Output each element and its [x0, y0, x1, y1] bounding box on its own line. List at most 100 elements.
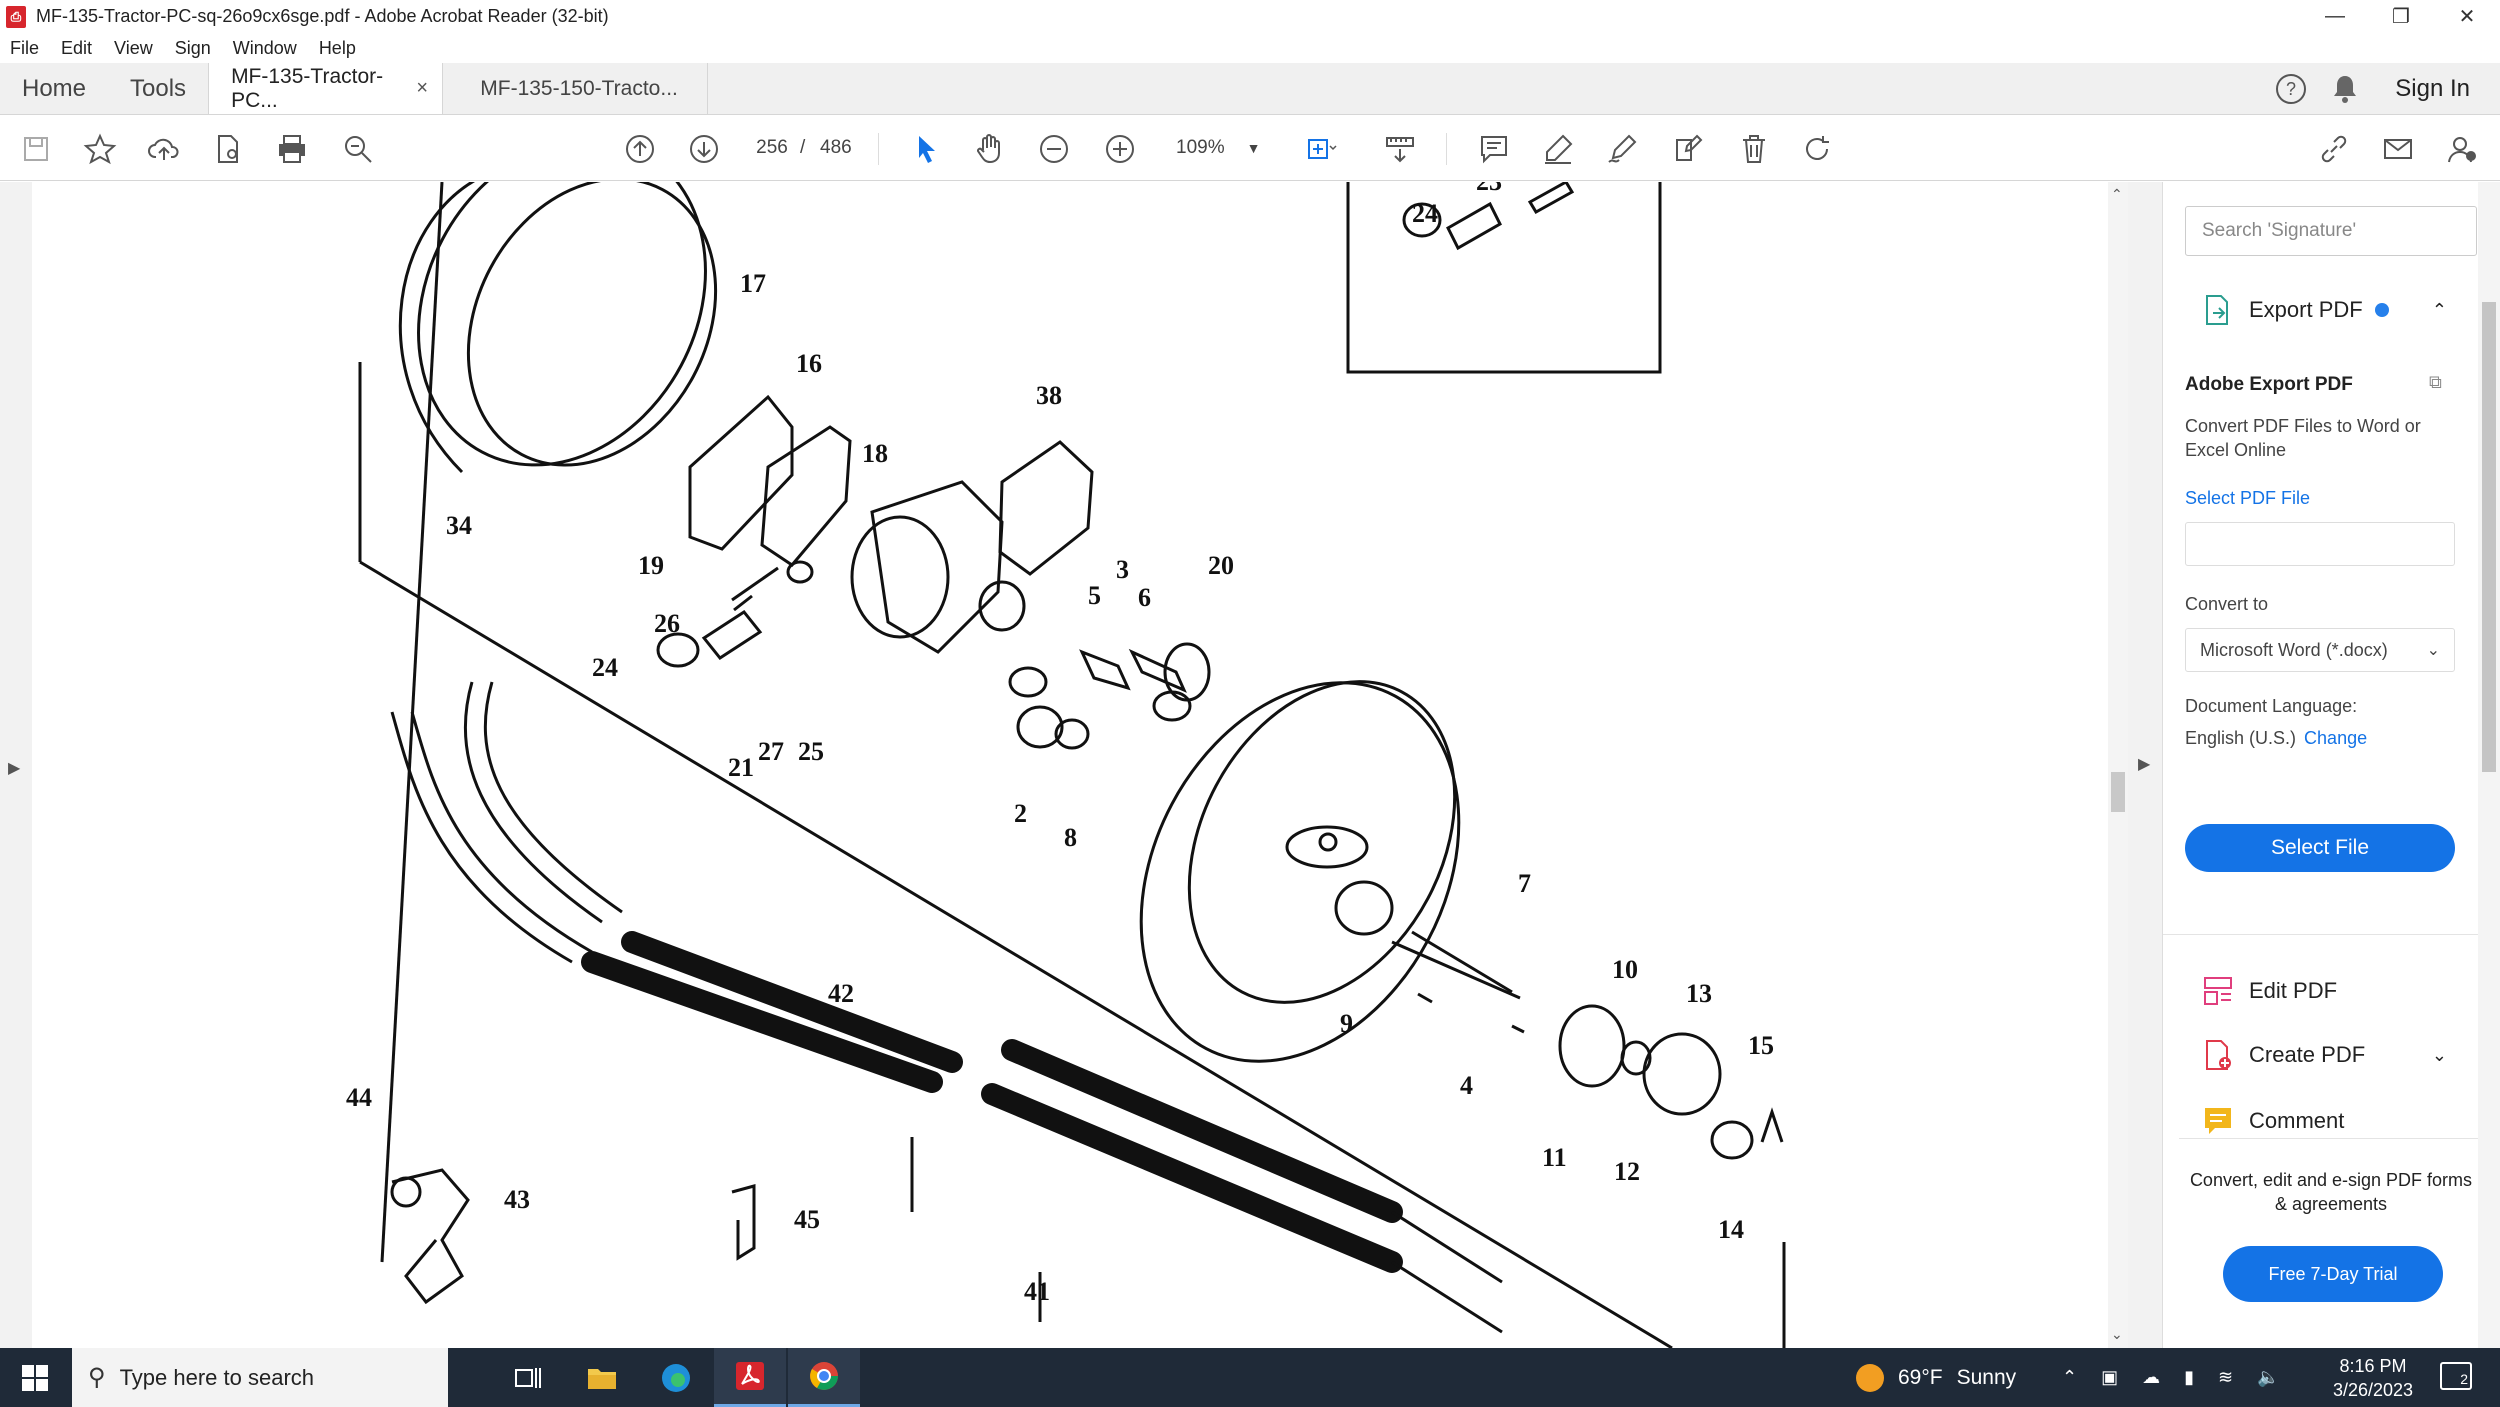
zoom-in-icon[interactable] [1100, 129, 1140, 169]
convert-format-dropdown[interactable]: Microsoft Word (*.docx) ⌄ [2185, 628, 2455, 672]
callout-label: 11 [1542, 1143, 1567, 1172]
weather-description: Sunny [1956, 1365, 2017, 1389]
highlight-pen-icon[interactable] [1538, 129, 1578, 169]
chrome-browser-icon[interactable] [788, 1348, 860, 1407]
menu-view[interactable]: View [114, 38, 153, 59]
tools-search-input[interactable]: Search 'Signature' [2185, 206, 2477, 256]
pdf-page-view[interactable]: 17 16 18 38 34 19 26 24 21 27 25 3 5 6 2… [32, 182, 2108, 1348]
save-icon[interactable] [16, 129, 56, 169]
file-properties-icon[interactable] [208, 129, 248, 169]
selected-file-field[interactable] [2185, 522, 2455, 566]
export-card-title: Adobe Export PDF [2185, 374, 2353, 395]
change-language-link[interactable]: Change [2304, 728, 2367, 748]
scrolling-mode-icon[interactable] [1380, 129, 1420, 169]
export-pdf-icon [2206, 295, 2228, 325]
scrollbar-thumb[interactable] [2482, 302, 2496, 772]
chevron-up-icon[interactable]: ⌃ [2432, 300, 2447, 321]
close-tab-icon[interactable]: × [416, 77, 428, 100]
print-icon[interactable] [272, 129, 312, 169]
windows-start-icon[interactable] [0, 1348, 70, 1407]
right-panel-collapse-toggle[interactable]: ▶ [2128, 182, 2162, 1348]
callout-label: 38 [1036, 381, 1062, 410]
page-number-input[interactable]: 256 [748, 131, 796, 165]
wifi-icon[interactable]: ≋ [2218, 1367, 2233, 1388]
comment-tool[interactable]: Comment [2163, 1094, 2479, 1148]
sign-in-button[interactable]: Sign In [2395, 75, 2470, 103]
comment-icon[interactable] [1474, 129, 1514, 169]
scroll-up-icon[interactable]: ⌃ [2111, 186, 2123, 203]
scrollbar-thumb[interactable] [2111, 772, 2125, 812]
email-icon[interactable] [2378, 129, 2418, 169]
select-pdf-file-link[interactable]: Select PDF File [2185, 488, 2310, 509]
document-scrollbar[interactable]: ⌃ ⌄ [2108, 182, 2128, 1348]
zoom-level-dropdown[interactable]: 109% ▼ [1160, 131, 1272, 165]
taskbar-clock[interactable]: 8:16 PM 3/26/2023 [2318, 1354, 2428, 1402]
volume-speaker-icon[interactable]: 🔈 [2257, 1367, 2279, 1388]
zoom-out-icon[interactable] [1034, 129, 1074, 169]
chevron-down-icon[interactable]: ⌄ [2432, 1045, 2447, 1066]
share-user-icon[interactable] [2442, 129, 2482, 169]
onedrive-cloud-icon[interactable]: ☁ [2142, 1367, 2160, 1388]
edge-browser-icon[interactable] [640, 1348, 712, 1407]
create-pdf-tool[interactable]: Create PDF ⌄ [2163, 1028, 2479, 1082]
upload-cloud-icon[interactable] [144, 129, 184, 169]
meet-now-icon[interactable]: ▣ [2101, 1367, 2118, 1388]
show-hidden-icons-chevron-icon[interactable]: ⌃ [2062, 1367, 2077, 1388]
menu-sign[interactable]: Sign [175, 38, 211, 59]
taskbar-search-input[interactable]: ⚲ Type here to search [72, 1348, 448, 1407]
menu-edit[interactable]: Edit [61, 38, 92, 59]
tab-home[interactable]: Home [0, 63, 108, 114]
document-language: English (U.S.) Change [2185, 728, 2367, 749]
callout-label: 23 [1476, 182, 1502, 196]
free-trial-button[interactable]: Free 7-Day Trial [2223, 1246, 2443, 1302]
tab-active-document[interactable]: MF-135-Tractor-PC... × [208, 63, 444, 114]
close-button[interactable]: ✕ [2434, 0, 2500, 33]
task-view-icon[interactable] [492, 1348, 564, 1407]
bookmark-star-icon[interactable] [80, 129, 120, 169]
battery-icon[interactable]: ▮ [2184, 1367, 2194, 1388]
tab-tools[interactable]: Tools [108, 63, 208, 114]
callout-label: 9 [1340, 1009, 1353, 1038]
menu-window[interactable]: Window [233, 38, 297, 59]
edit-pdf-tool[interactable]: Edit PDF [2163, 964, 2479, 1018]
help-icon[interactable]: ? [2269, 67, 2313, 111]
restore-button[interactable]: ❐ [2368, 0, 2434, 33]
next-page-icon[interactable] [684, 129, 724, 169]
weather-widget[interactable]: 69°F Sunny [1856, 1348, 2016, 1407]
menu-file[interactable]: File [10, 38, 39, 59]
callout-label: 3 [1116, 555, 1129, 584]
export-pdf-header[interactable]: Export PDF ⌃ [2163, 282, 2479, 338]
rotate-icon[interactable] [1798, 129, 1838, 169]
sign-pen-icon[interactable] [1602, 129, 1642, 169]
comment-tool-label: Comment [2249, 1108, 2345, 1133]
fit-page-icon[interactable] [1300, 129, 1340, 169]
callout-label: 6 [1138, 583, 1151, 612]
acrobat-taskbar-icon[interactable] [714, 1348, 786, 1407]
scroll-down-icon[interactable]: ⌄ [2111, 1326, 2123, 1343]
hand-tool-icon[interactable] [970, 129, 1010, 169]
promo-text: Convert, edit and e-sign PDF forms & agr… [2189, 1170, 2473, 1214]
notifications-center-icon[interactable]: 2 [2440, 1362, 2472, 1390]
menu-help[interactable]: Help [319, 38, 356, 59]
exploded-parts-diagram: 17 16 18 38 34 19 26 24 21 27 25 3 5 6 2… [346, 182, 1786, 1348]
notifications-bell-icon[interactable] [2323, 67, 2367, 111]
previous-page-icon[interactable] [620, 129, 660, 169]
find-zoom-icon[interactable] [338, 129, 378, 169]
fill-sign-icon[interactable] [1668, 129, 1708, 169]
callout-label: 44 [346, 1083, 372, 1112]
tab-other-document[interactable]: MF-135-150-Tracto... [443, 63, 709, 114]
select-file-button[interactable]: Select File [2185, 824, 2455, 872]
share-link-icon[interactable] [2314, 129, 2354, 169]
file-explorer-icon[interactable] [566, 1348, 638, 1407]
delete-trash-icon[interactable] [1734, 129, 1774, 169]
callout-label: 24 [592, 653, 618, 682]
callout-label: 34 [446, 511, 472, 540]
left-panel-toggle[interactable]: ▶ [0, 182, 32, 1348]
copy-icon[interactable]: ⧉ [2429, 372, 2442, 393]
window-title: MF-135-Tractor-PC-sq-26o9cx6sge.pdf - Ad… [36, 6, 609, 26]
badge-dot-icon [2374, 303, 2389, 317]
page-separator: / [800, 137, 806, 158]
minimize-button[interactable]: — [2302, 0, 2368, 33]
tools-pane-scrollbar[interactable] [2478, 182, 2500, 1348]
select-cursor-icon[interactable] [906, 129, 946, 169]
